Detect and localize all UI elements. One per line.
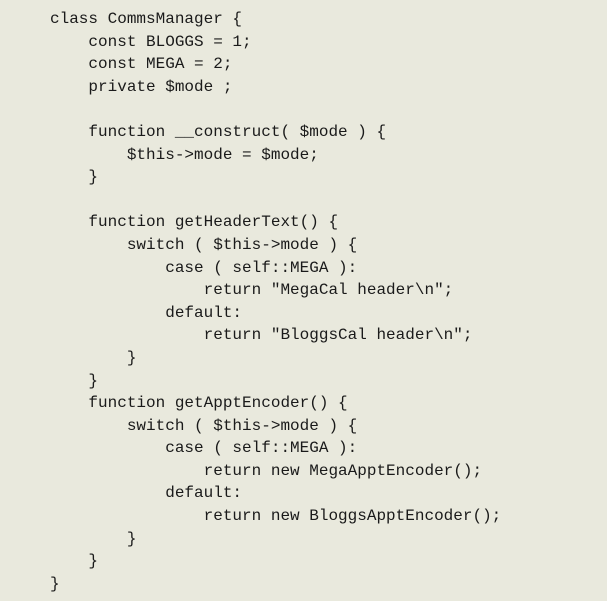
code-listing-panel: class CommsManager { const BLOGGS = 1; c… [0,0,607,601]
code-line: class CommsManager { [50,10,243,28]
code-line: case ( self::MEGA ): [50,258,358,277]
code-line: } [50,552,99,571]
code-line: $this->mode = $mode; [50,145,319,164]
code-line: } [50,348,137,367]
code-line: private $mode ; [50,77,233,96]
code-line: function getHeaderText() { [50,213,339,232]
code-line: case ( self::MEGA ): [50,439,358,458]
code-line: } [50,168,99,187]
code-line: return "BloggsCal header\n"; [50,326,473,345]
code-line: return new MegaApptEncoder(); [50,461,483,480]
code-line: } [50,574,60,593]
code-line: function __construct( $mode ) { [50,122,387,141]
code-line: } [50,529,137,548]
code-line: switch ( $this->mode ) { [50,235,358,254]
code-line: default: [50,484,243,503]
code-line: default: [50,303,243,322]
code-line: const BLOGGS = 1; [50,32,252,51]
code-line: const MEGA = 2; [50,55,233,74]
code-listing: class CommsManager { const BLOGGS = 1; c… [50,8,501,595]
code-line: switch ( $this->mode ) { [50,416,358,435]
code-line: } [50,371,99,390]
code-line: function getApptEncoder() { [50,394,348,413]
code-line: return new BloggsApptEncoder(); [50,507,502,526]
code-line: return "MegaCal header\n"; [50,281,454,300]
